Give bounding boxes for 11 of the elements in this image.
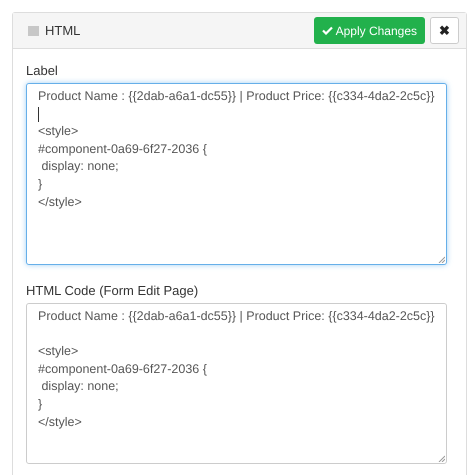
field-label: Label bbox=[26, 62, 59, 80]
field-label: HTML Code (Form Edit Page) bbox=[26, 282, 200, 300]
code-textarea[interactable]: Product Name : {{2dab-a6a1-dc55}} | Product Price: {{c334-4da2-2c5c}} <style> #component-0a69-6f27-2036 { display: none; } </style> bbox=[26, 83, 447, 265]
code-textarea[interactable]: Product Name : {{2dab-a6a1-dc55}} | Product Price: {{c334-4da2-2c5c}} <style> #component-0a69-6f27-2036 { display: none; } </style> bbox=[26, 303, 447, 464]
close-button[interactable]: ✖ bbox=[430, 17, 459, 44]
resize-handle-icon bbox=[438, 256, 445, 263]
panel-title: HTML bbox=[45, 22, 80, 40]
resize-handle-icon bbox=[438, 455, 445, 462]
text-caret bbox=[38, 107, 39, 122]
lines-icon bbox=[28, 26, 39, 36]
check-icon bbox=[322, 26, 333, 35]
